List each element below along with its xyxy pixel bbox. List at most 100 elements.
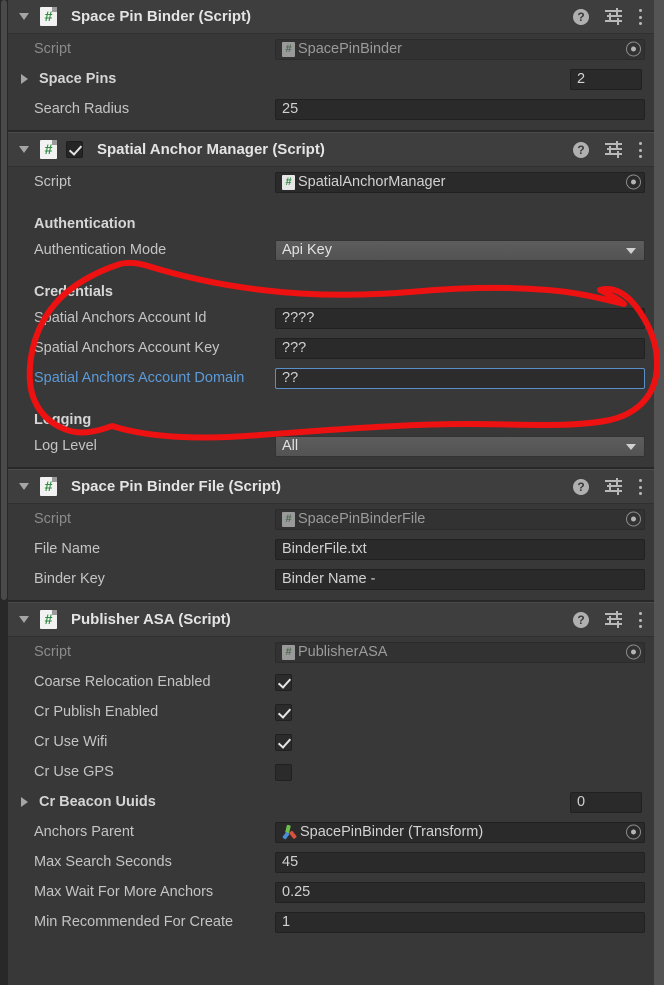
row-spacer <box>8 393 654 401</box>
help-icon[interactable] <box>573 478 589 496</box>
object-field[interactable]: SpatialAnchorManager <box>275 171 645 193</box>
section-header: Logging <box>34 412 92 428</box>
component-header-publisher-asa[interactable]: Publisher ASA (Script) <box>8 603 654 637</box>
text-field[interactable]: 1 <box>275 911 645 933</box>
property-label: Spatial Anchors Account Id <box>34 310 207 326</box>
csharp-script-icon <box>282 511 295 527</box>
component-body-space-pin-binder: Script SpacePinBinder Space Pins 2 Search Ra… <box>8 34 654 130</box>
foldout-closed-icon[interactable] <box>16 794 32 810</box>
property-row: Cr Use Wifi <box>8 727 654 757</box>
component-body-spatial-anchor-manager: Script SpatialAnchorManager Authentication… <box>8 167 654 467</box>
kebab-menu-icon[interactable] <box>638 142 642 158</box>
property-row: Script SpacePinBinderFile <box>8 504 654 534</box>
object-field[interactable]: PublisherASA <box>275 641 645 663</box>
property-row: Cr Use GPS <box>8 757 654 787</box>
component-title: Space Pin Binder File (Script) <box>71 478 282 495</box>
chevron-down-icon <box>626 248 636 254</box>
inspector-window: Space Pin Binder (Script) Script SpacePinB… <box>0 0 664 985</box>
property-row: Max Wait For More Anchors 0.25 <box>8 877 654 907</box>
text-field[interactable]: 0.25 <box>275 881 645 903</box>
property-row: Search Radius 25 <box>8 94 654 124</box>
object-picker-icon[interactable] <box>626 511 641 527</box>
component-header-space-pin-binder-file[interactable]: Space Pin Binder File (Script) <box>8 470 654 504</box>
row-spacer <box>8 197 654 205</box>
text-field[interactable]: Binder Name - <box>275 568 645 590</box>
text-field[interactable]: ?? <box>275 367 645 389</box>
text-field[interactable]: 45 <box>275 851 645 873</box>
property-label-text: Space Pins <box>39 71 117 87</box>
csharp-script-icon <box>40 140 57 159</box>
property-checkbox[interactable] <box>275 703 292 721</box>
field-value: ???? <box>282 310 315 326</box>
property-row: Cr Publish Enabled <box>8 697 654 727</box>
help-icon[interactable] <box>573 141 589 159</box>
foldout-closed-icon[interactable] <box>16 71 32 87</box>
component-header-space-pin-binder[interactable]: Space Pin Binder (Script) <box>8 0 654 34</box>
object-picker-icon[interactable] <box>626 41 641 57</box>
section-header: Credentials <box>34 284 113 300</box>
property-row: Space Pins 2 <box>8 64 654 94</box>
object-field[interactable]: SpacePinBinder (Transform) <box>275 821 645 843</box>
panel-right-edge <box>654 0 664 985</box>
foldout-open-icon[interactable] <box>16 612 32 628</box>
property-label: Script <box>34 41 72 57</box>
object-picker-icon[interactable] <box>626 174 641 190</box>
property-row: Spatial Anchors Account Key??? <box>8 333 654 363</box>
vertical-scrollbar-track[interactable] <box>0 0 8 985</box>
csharp-script-icon <box>40 477 57 496</box>
csharp-script-icon <box>40 610 57 629</box>
property-label: Max Search Seconds <box>34 854 172 870</box>
kebab-menu-icon[interactable] <box>638 612 642 628</box>
component-header-spatial-anchor-manager[interactable]: Spatial Anchor Manager (Script) <box>8 133 654 167</box>
foldout-open-icon[interactable] <box>16 142 32 158</box>
preset-settings-icon[interactable] <box>605 610 622 628</box>
component-space-pin-binder: Space Pin Binder (Script) Script SpacePinB… <box>8 0 654 130</box>
text-field[interactable]: BinderFile.txt <box>275 538 645 560</box>
preset-settings-icon[interactable] <box>605 477 622 495</box>
object-field[interactable]: SpacePinBinderFile <box>275 508 645 530</box>
text-field[interactable]: ??? <box>275 337 645 359</box>
text-field[interactable]: 25 <box>275 98 645 120</box>
property-checkbox[interactable] <box>275 733 292 751</box>
field-value: BinderFile.txt <box>282 541 367 557</box>
property-label[interactable]: Spatial Anchors Account Domain <box>8 370 275 386</box>
property-row: File Name BinderFile.txt <box>8 534 654 564</box>
kebab-menu-icon[interactable] <box>638 479 642 495</box>
property-label: Log Level <box>34 438 97 454</box>
object-picker-icon[interactable] <box>626 644 641 660</box>
property-label: Space Pins <box>8 71 275 87</box>
object-picker-icon[interactable] <box>626 824 641 840</box>
property-label: Max Wait For More Anchors <box>34 884 214 900</box>
component-header-icons <box>573 470 642 504</box>
preset-settings-icon[interactable] <box>605 7 622 25</box>
text-field[interactable]: ???? <box>275 307 645 329</box>
array-size-field[interactable]: 2 <box>570 68 642 90</box>
foldout-open-icon[interactable] <box>16 479 32 495</box>
array-size-field[interactable]: 0 <box>570 791 642 813</box>
object-field[interactable]: SpacePinBinder <box>275 38 645 60</box>
property-checkbox[interactable] <box>275 673 292 691</box>
property-label: Script <box>34 644 72 660</box>
csharp-script-icon <box>282 41 295 57</box>
component-space-pin-binder-file: Space Pin Binder File (Script) Script Spac… <box>8 467 654 600</box>
property-row: Anchors Parent SpacePinBinder (Transform) <box>8 817 654 847</box>
component-title: Publisher ASA (Script) <box>71 611 231 628</box>
foldout-open-icon[interactable] <box>16 9 32 25</box>
array-size-value: 0 <box>577 794 586 810</box>
property-row: Max Search Seconds 45 <box>8 847 654 877</box>
help-icon[interactable] <box>573 611 589 629</box>
component-enable-checkbox[interactable] <box>66 141 83 158</box>
dropdown-field[interactable]: All <box>275 435 645 457</box>
help-icon[interactable] <box>573 8 589 26</box>
property-row: Cr Beacon Uuids 0 <box>8 787 654 817</box>
property-row: Spatial Anchors Account Id???? <box>8 303 654 333</box>
dropdown-value: All <box>282 438 299 454</box>
property-checkbox[interactable] <box>275 763 292 781</box>
field-value: SpatialAnchorManager <box>298 174 446 190</box>
component-body-publisher-asa: Script PublisherASA Coarse Relocation Enab… <box>8 637 654 943</box>
preset-settings-icon[interactable] <box>605 140 622 158</box>
kebab-menu-icon[interactable] <box>638 9 642 25</box>
vertical-scrollbar-thumb[interactable] <box>1 0 7 600</box>
dropdown-field[interactable]: Api Key <box>275 239 645 261</box>
property-label: Coarse Relocation Enabled <box>34 674 211 690</box>
